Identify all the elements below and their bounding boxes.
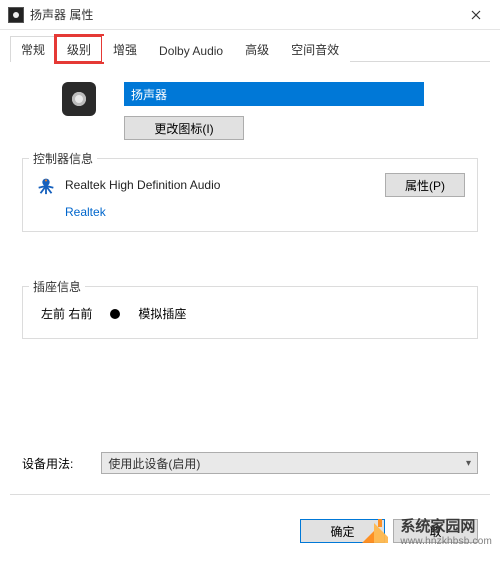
tab-advanced[interactable]: 高级 — [234, 36, 280, 62]
jack-row: 左前 右前 模拟插座 — [35, 301, 465, 326]
tab-label: 常规 — [21, 43, 45, 57]
realtek-icon — [35, 174, 57, 196]
tab-label: 空间音效 — [291, 43, 339, 57]
content: 更改图标(I) 控制器信息 Realtek High Definition Au… — [0, 62, 500, 339]
usage-select[interactable]: 使用此设备(启用) ▾ — [101, 452, 478, 474]
tab-label: Dolby Audio — [159, 44, 223, 58]
watermark: 系统家园网 www.hnzkhbsb.com — [356, 513, 492, 549]
jack-position: 左前 右前 — [41, 305, 92, 322]
usage-value: 使用此设备(启用) — [108, 455, 200, 472]
tab-label: 高级 — [245, 43, 269, 57]
controller-row: Realtek High Definition Audio 属性(P) — [35, 173, 465, 197]
tab-general[interactable]: 常规 — [10, 36, 56, 62]
usage-row: 设备用法: 使用此设备(启用) ▾ — [22, 452, 478, 474]
titlebar: 扬声器 属性 — [0, 0, 500, 30]
jack-group-title: 插座信息 — [29, 278, 85, 295]
tab-label: 级别 — [67, 43, 91, 57]
controller-name: Realtek High Definition Audio — [65, 178, 385, 192]
jack-group: 插座信息 左前 右前 模拟插座 — [22, 286, 478, 339]
speaker-icon — [62, 82, 96, 116]
footer-separator — [10, 494, 490, 495]
usage-label: 设备用法: — [22, 455, 73, 472]
jack-color-dot — [110, 309, 120, 319]
chevron-down-icon: ▾ — [466, 458, 471, 469]
app-icon — [8, 7, 24, 23]
close-icon — [471, 10, 481, 20]
tab-strip: 常规 级别 增强 Dolby Audio 高级 空间音效 — [0, 30, 500, 62]
tab-label: 增强 — [113, 43, 137, 57]
tab-levels[interactable]: 级别 — [56, 36, 102, 62]
tab-spatial[interactable]: 空间音效 — [280, 36, 350, 62]
tab-enhance[interactable]: 增强 — [102, 36, 148, 62]
change-icon-button[interactable]: 更改图标(I) — [124, 116, 244, 140]
controller-group-title: 控制器信息 — [29, 150, 97, 167]
vendor-link[interactable]: Realtek — [65, 205, 106, 219]
watermark-url: www.hnzkhbsb.com — [400, 536, 492, 547]
device-name-column: 更改图标(I) — [124, 82, 478, 140]
close-button[interactable] — [453, 0, 498, 30]
controller-properties-button[interactable]: 属性(P) — [385, 173, 465, 197]
controller-group: 控制器信息 Realtek High Definition Audio 属性(P… — [22, 158, 478, 232]
window-title: 扬声器 属性 — [30, 6, 453, 23]
tab-dolby[interactable]: Dolby Audio — [148, 39, 234, 62]
watermark-text: 系统家园网 www.hnzkhbsb.com — [400, 515, 492, 547]
device-header-row: 更改图标(I) — [22, 82, 478, 140]
watermark-name: 系统家园网 — [400, 515, 492, 536]
watermark-icon — [356, 513, 392, 549]
device-name-input[interactable] — [124, 82, 424, 106]
jack-type: 模拟插座 — [138, 305, 186, 322]
